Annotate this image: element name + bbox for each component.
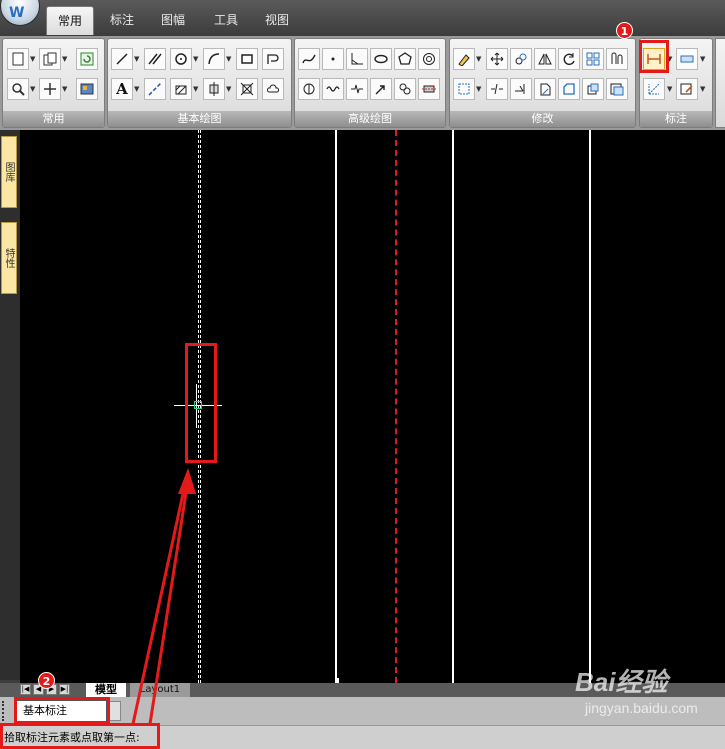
watermark: Bai经验 jingyan.baidu.com <box>575 662 725 722</box>
pointer-arrows <box>131 468 196 725</box>
watermark-brand: Bai经验 <box>575 667 668 697</box>
watermark-site: jingyan.baidu.com <box>585 700 698 716</box>
